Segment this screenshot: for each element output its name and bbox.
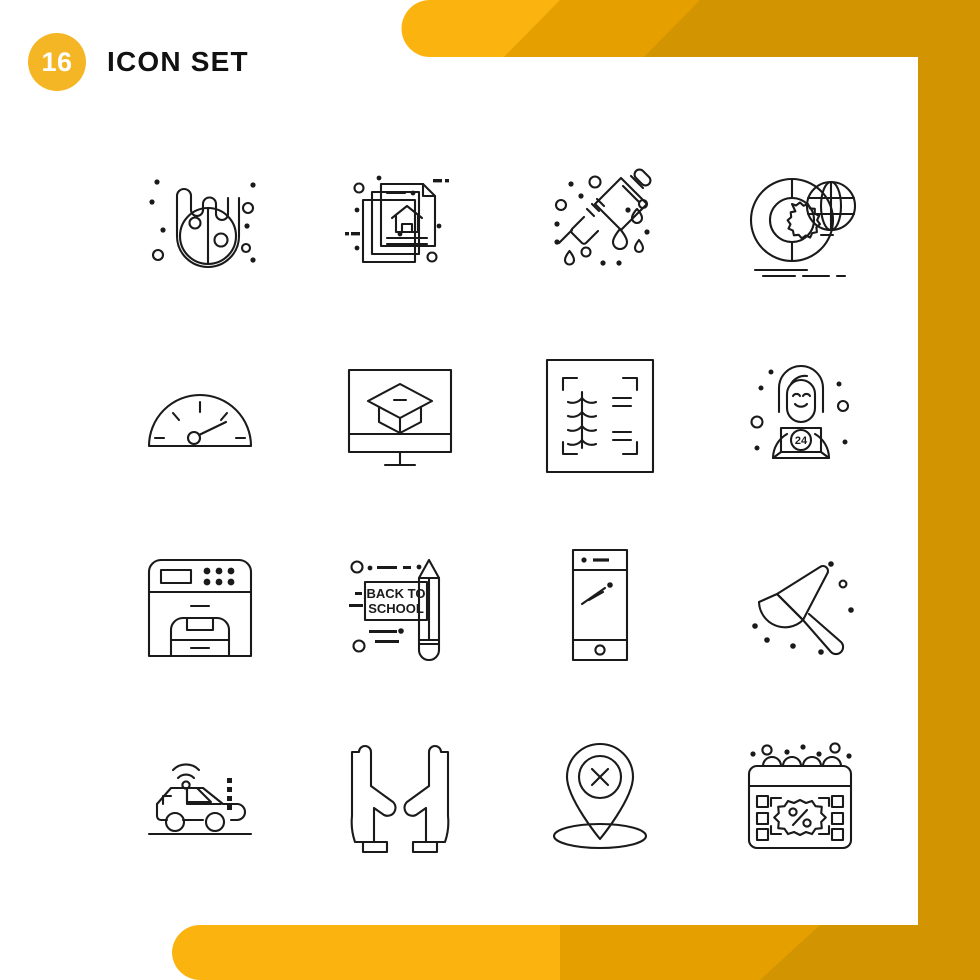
icon-cell-6[interactable] <box>300 320 500 510</box>
real-estate-document-icon <box>345 175 449 264</box>
discount-calendar-icon <box>747 742 853 850</box>
icon-cell-5[interactable] <box>100 320 300 510</box>
icon-cell-4[interactable] <box>700 130 900 320</box>
icon-cell-10[interactable]: BACK TO SCHOOL <box>300 510 500 700</box>
icon-cell-11[interactable] <box>500 510 700 700</box>
icon-set-poster: 16 Icon Set <box>0 0 980 980</box>
back-to-school-icon: BACK TO SCHOOL <box>349 558 441 662</box>
back-to-school-line1: BACK TO <box>367 586 426 601</box>
customer-support-icon: 24 <box>750 364 850 460</box>
icon-cell-16[interactable] <box>700 700 900 890</box>
band-mid-bottom <box>420 925 820 980</box>
support-badge-text: 24 <box>795 435 808 447</box>
band-light-top <box>401 0 560 57</box>
icon-cell-9[interactable] <box>100 510 300 700</box>
icon-cell-14[interactable] <box>300 700 500 890</box>
icon-cell-13[interactable] <box>100 700 300 890</box>
crop-scan-icon <box>545 358 655 474</box>
online-education-icon <box>347 368 453 467</box>
icon-cell-1[interactable] <box>100 130 300 320</box>
smart-car-icon <box>147 763 253 836</box>
icon-cell-8[interactable]: 24 <box>700 320 900 510</box>
smartphone-icon <box>571 548 629 662</box>
poster-header: 16 Icon Set <box>28 33 249 91</box>
icon-cell-12[interactable] <box>700 510 900 700</box>
back-to-school-line2: SCHOOL <box>368 601 424 616</box>
printer-copier-icon <box>147 558 253 658</box>
band-mid-top <box>436 0 700 57</box>
icon-cell-2[interactable] <box>300 130 500 320</box>
band-dark-bottom-right <box>918 925 980 980</box>
icon-cell-3[interactable] <box>500 130 700 320</box>
band-light-bottom <box>172 925 560 980</box>
icon-cell-7[interactable] <box>500 320 700 510</box>
meteor-comet-icon <box>149 179 256 268</box>
icon-grid: 24 BACK TO SCHOOL <box>100 130 900 890</box>
speedometer-gauge-icon <box>147 394 253 448</box>
dustpan-cleaning-icon <box>752 561 854 656</box>
page-title: Icon Set <box>107 46 249 77</box>
caring-hands-icon <box>350 744 450 854</box>
icon-cell-15[interactable] <box>500 700 700 890</box>
location-pin-cancel-icon <box>552 742 648 850</box>
band-dark-bottom <box>320 925 918 980</box>
icon-count-badge: 16 <box>28 33 86 91</box>
syringe-vaccine-icon <box>554 168 652 266</box>
global-settings-chart-icon <box>749 177 857 278</box>
